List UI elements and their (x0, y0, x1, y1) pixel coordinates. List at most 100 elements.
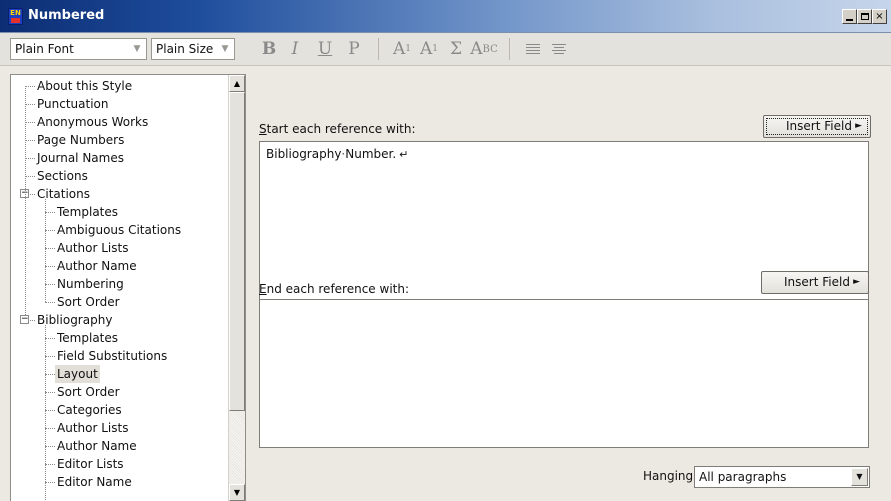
tree-item-label: Sort Order (57, 385, 120, 399)
subscript-mark: 1 (432, 44, 438, 54)
align-left-icon (526, 44, 540, 54)
chevron-down-icon: ▼ (221, 44, 229, 54)
caret-right-icon: ► (855, 121, 862, 131)
tree-connector (30, 320, 35, 321)
tree-connector (45, 410, 55, 411)
tree-item[interactable]: Ambiguous Citations (11, 221, 229, 239)
font-combo-value: Plain Font (15, 42, 74, 56)
tree-item[interactable]: Numbering (11, 275, 229, 293)
title-bar: EN Numbered × (0, 0, 891, 33)
tree-item[interactable]: Editor Name (11, 473, 229, 491)
tree-item-label: Editor Name (57, 475, 132, 489)
tree-item[interactable]: Templates (11, 203, 229, 221)
maximize-button[interactable] (857, 9, 872, 24)
tree-connector (45, 325, 46, 500)
start-insert-field-button[interactable]: Insert Field ► (763, 115, 871, 138)
tree-item-label: Layout (55, 365, 100, 383)
tree-connector (25, 122, 35, 123)
tree-item[interactable]: Anonymous Works (11, 113, 229, 131)
scroll-thumb[interactable] (229, 92, 245, 411)
tree-item[interactable]: Sort Order (11, 293, 229, 311)
tree-item[interactable]: Editor Lists (11, 455, 229, 473)
tree-item[interactable]: Journal Names (11, 149, 229, 167)
tree-connector (25, 86, 35, 87)
tree-item[interactable]: − Bibliography (11, 311, 229, 329)
tree-connector (45, 212, 55, 213)
tree-connector (30, 194, 35, 195)
tree-item-label: Punctuation (37, 97, 109, 111)
tree-item-label: Author Lists (57, 421, 129, 435)
scroll-up-button[interactable]: ▲ (229, 75, 245, 92)
tree-scrollbar[interactable]: ▲ ▼ (228, 75, 245, 501)
text-format-buttons: B I U P A1 A1 Σ A BC (258, 37, 572, 61)
tree-item-label: Author Name (57, 259, 137, 273)
tree-item[interactable]: Sort Order (11, 383, 229, 401)
symbol-button[interactable]: Σ (443, 37, 469, 61)
end-insert-field-button[interactable]: Insert Field ► (761, 271, 869, 294)
tree-connector (25, 140, 35, 141)
minimize-icon (846, 19, 853, 21)
tree-item[interactable]: Page Numbers (11, 131, 229, 149)
small-caps-small: BC (482, 43, 498, 55)
tree-item[interactable]: About this Style (11, 77, 229, 95)
superscript-mark: 1 (405, 44, 411, 54)
maximize-icon (860, 13, 869, 20)
tree-item-label: Field Substitutions (57, 349, 168, 363)
bold-button[interactable]: B (258, 37, 280, 61)
close-button[interactable]: × (872, 9, 887, 24)
caret-right-icon: ► (853, 277, 860, 287)
tree-connector (45, 302, 55, 303)
tree-item[interactable]: Author Lists (11, 239, 229, 257)
hanging-indent-select[interactable]: All paragraphs ▼ (694, 466, 870, 488)
tree-item[interactable]: Punctuation (11, 95, 229, 113)
size-combo[interactable]: Plain Size ▼ (151, 38, 235, 60)
tree-item[interactable]: Author Name (11, 437, 229, 455)
tree-item[interactable]: Author Name (11, 257, 229, 275)
layout-editor: Start each reference with: Insert Field … (250, 66, 891, 501)
subscript-base: A (419, 39, 433, 59)
tree-item[interactable]: Layout (11, 365, 229, 383)
tree-connector (25, 158, 35, 159)
scroll-down-button[interactable]: ▼ (229, 484, 245, 501)
italic-button[interactable]: I (280, 37, 310, 61)
tree-connector (45, 230, 55, 231)
chevron-down-icon: ▼ (851, 468, 868, 486)
tree-item[interactable]: Categories (11, 401, 229, 419)
chevron-down-icon: ▼ (133, 44, 141, 54)
start-reference-field-b: Number. (345, 147, 397, 161)
minimize-button[interactable] (842, 9, 857, 24)
align-center-button[interactable] (546, 37, 572, 61)
tree-item[interactable]: Sections (11, 167, 229, 185)
plain-button[interactable]: P (340, 37, 368, 61)
tree-item-label: About this Style (37, 79, 133, 93)
superscript-button[interactable]: A1 (389, 37, 415, 61)
tree-item-label: Author Lists (57, 241, 129, 255)
tree-item[interactable]: Templates (11, 329, 229, 347)
tree-item-label: Author Name (57, 439, 137, 453)
endnote-app-icon: EN (8, 8, 23, 25)
return-icon: ↵ (399, 148, 409, 161)
toolbar-separator (509, 38, 510, 60)
tree-item[interactable]: Author Lists (11, 419, 229, 437)
font-combo[interactable]: Plain Font ▼ (10, 38, 147, 60)
tree-connector (25, 176, 35, 177)
tree-connector (25, 86, 26, 315)
start-reference-field-a: Bibliography (266, 147, 342, 161)
subscript-button[interactable]: A1 (415, 37, 443, 61)
tree-connector (45, 482, 55, 483)
style-sections-tree[interactable]: About this Style Punctuation Anonymous Wor… (10, 74, 246, 501)
underline-button[interactable]: U (310, 37, 340, 61)
tree-connector (45, 356, 55, 357)
tree-item-label: Journal Names (37, 151, 124, 165)
close-icon: × (875, 10, 884, 22)
collapse-icon[interactable]: − (20, 315, 29, 324)
tree-item-label: Templates (57, 205, 119, 219)
small-caps-button[interactable]: A BC (469, 37, 499, 61)
align-left-button[interactable] (520, 37, 546, 61)
tree-item[interactable]: − Citations (11, 185, 229, 203)
tree-connector (45, 199, 46, 302)
tree-item[interactable]: Field Substitutions (11, 347, 229, 365)
end-reference-label: End each reference with: (259, 282, 409, 296)
end-reference-editor[interactable] (259, 299, 869, 448)
tree-item-label: Page Numbers (37, 133, 125, 147)
